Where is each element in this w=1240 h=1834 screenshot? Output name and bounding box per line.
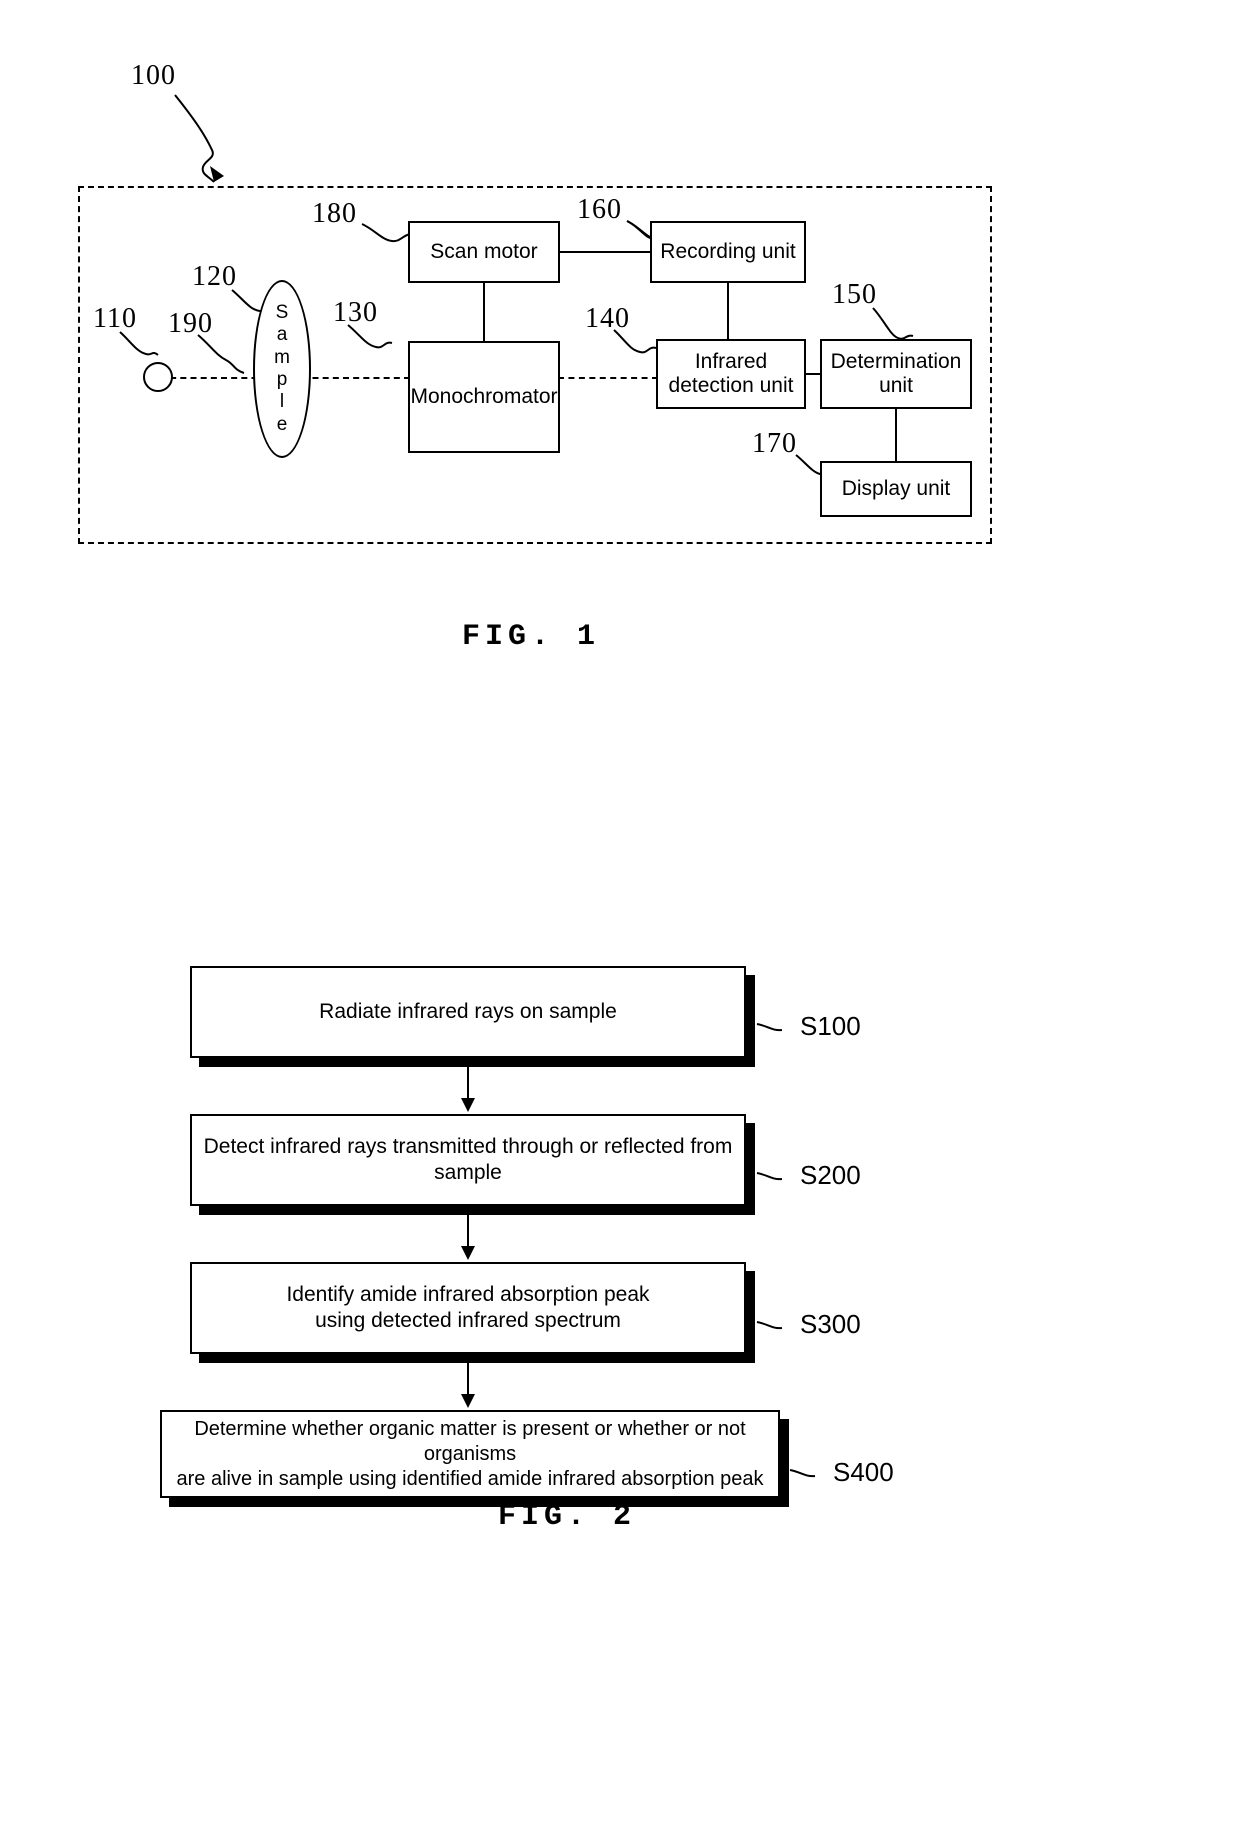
conn-scanmotor-recording bbox=[558, 251, 652, 253]
ref-100: 100 bbox=[131, 60, 176, 91]
step-box-s400: Determine whether organic matter is pres… bbox=[160, 1410, 780, 1498]
step-text-s100: Radiate infrared rays on sample bbox=[319, 999, 617, 1023]
monochromator-box: Monochromator bbox=[408, 341, 560, 453]
conn-scanmotor-monochromator bbox=[483, 281, 485, 343]
ref-160: 160 bbox=[577, 194, 622, 225]
step-label-s100: S100 bbox=[800, 1011, 861, 1041]
determination-unit-label: Determination unit bbox=[830, 350, 962, 397]
scan-motor-label: Scan motor bbox=[430, 240, 538, 264]
display-unit-label: Display unit bbox=[841, 477, 951, 501]
arrow-head-3 bbox=[461, 1394, 475, 1408]
recording-unit-box: Recording unit bbox=[650, 221, 806, 283]
step-text-s400: Determine whether organic matter is pres… bbox=[176, 1417, 764, 1490]
ref-130: 130 bbox=[333, 297, 378, 328]
ref-180: 180 bbox=[312, 198, 357, 229]
display-unit-box: Display unit bbox=[820, 461, 972, 517]
fig1-caption: FIG. 1 bbox=[462, 620, 601, 654]
ref-170: 170 bbox=[752, 428, 797, 459]
step-box-s300: Identify amide infrared absorption peak … bbox=[190, 1262, 746, 1354]
step-box-s200: Detect infrared rays transmitted through… bbox=[190, 1114, 746, 1206]
ref-110: 110 bbox=[93, 303, 137, 334]
step-label-s400: S400 bbox=[833, 1457, 894, 1487]
ref-120: 120 bbox=[192, 261, 237, 292]
sample-label: S a m p l e bbox=[274, 301, 290, 435]
conn-recording-infrared bbox=[727, 281, 729, 341]
arrow-head-2 bbox=[461, 1246, 475, 1260]
fig2-caption: FIG. 2 bbox=[498, 1500, 637, 1534]
light-source bbox=[143, 362, 173, 392]
recording-unit-label: Recording unit bbox=[660, 240, 796, 264]
sample: S a m p l e bbox=[253, 280, 311, 458]
step-box-s100: Radiate infrared rays on sample bbox=[190, 966, 746, 1058]
ref-150: 150 bbox=[832, 279, 877, 310]
optical-axis-right bbox=[558, 377, 658, 379]
determination-unit-box: Determination unit bbox=[820, 339, 972, 409]
conn-infrared-determination bbox=[804, 373, 822, 375]
step-text-s200: Detect infrared rays transmitted through… bbox=[203, 1134, 733, 1184]
ref-140: 140 bbox=[585, 303, 630, 334]
infrared-detection-unit-label: Infrared detection unit bbox=[668, 350, 794, 397]
step-label-s300: S300 bbox=[800, 1309, 861, 1339]
scan-motor-box: Scan motor bbox=[408, 221, 560, 283]
conn-determination-display bbox=[895, 407, 897, 463]
infrared-detection-unit-box: Infrared detection unit bbox=[656, 339, 806, 409]
arrow-head-1 bbox=[461, 1098, 475, 1112]
step-text-s300: Identify amide infrared absorption peak … bbox=[286, 1282, 650, 1332]
step-label-s200: S200 bbox=[800, 1160, 861, 1190]
monochromator-label: Monochromator bbox=[410, 385, 558, 409]
ref-190: 190 bbox=[168, 308, 213, 339]
